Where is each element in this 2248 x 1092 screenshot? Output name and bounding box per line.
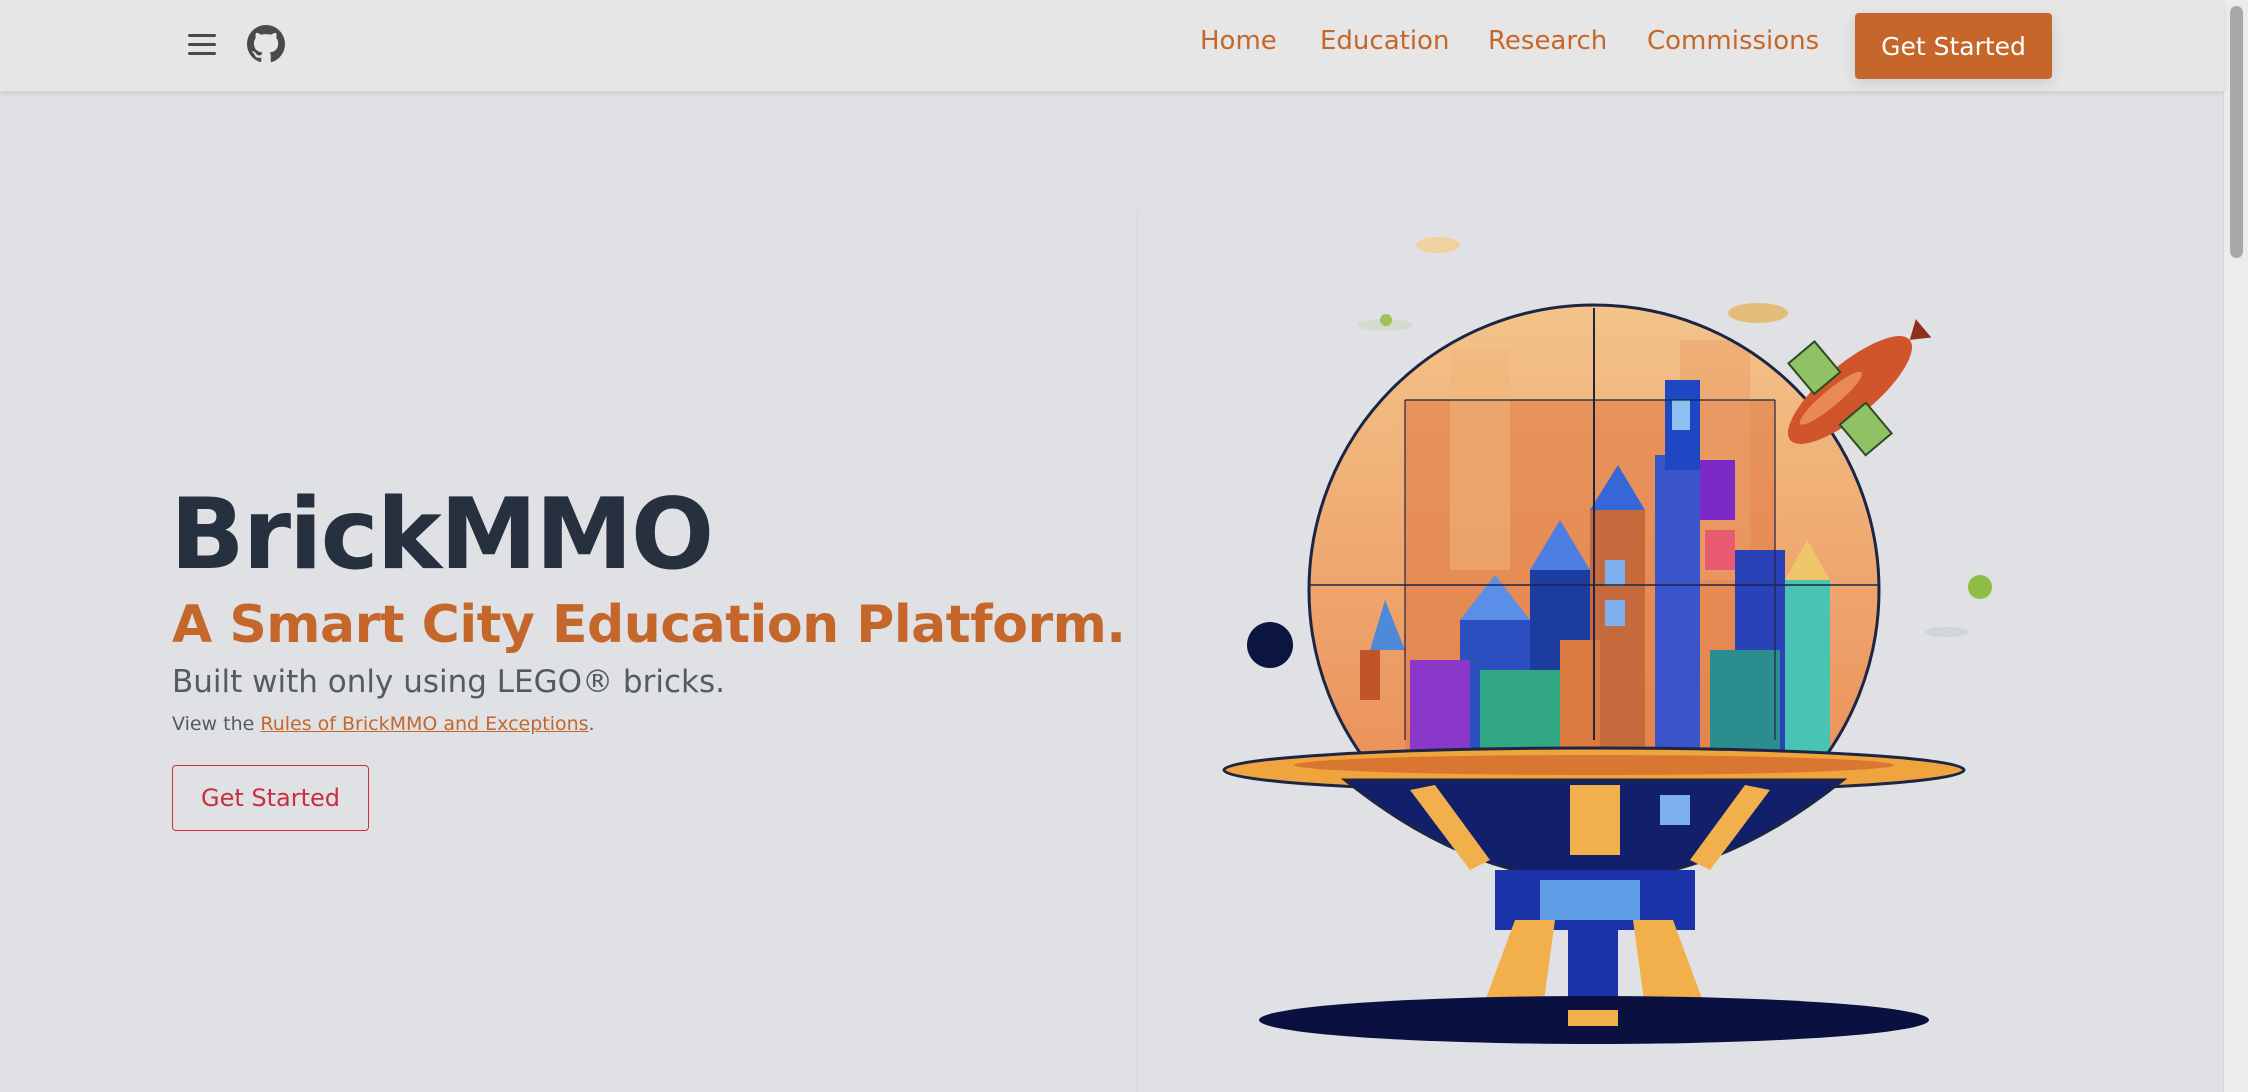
dark-orb-icon (1247, 622, 1293, 668)
hero-divider (1137, 210, 1138, 1092)
nav-link-commissions[interactable]: Commissions (1647, 26, 1819, 56)
hamburger-menu-icon[interactable] (186, 30, 220, 60)
scrollbar-track[interactable] (2223, 0, 2248, 1092)
rules-link[interactable]: Rules of BrickMMO and Exceptions (260, 713, 588, 735)
github-icon[interactable] (247, 25, 285, 63)
nav-link-research[interactable]: Research (1488, 26, 1607, 56)
green-orb-icon (1968, 575, 1992, 599)
rules-note: View the Rules of BrickMMO and Exception… (172, 713, 595, 735)
rules-suffix: . (588, 713, 595, 735)
nav-link-home[interactable]: Home (1200, 26, 1277, 56)
rules-prefix: View the (172, 713, 261, 735)
hero-get-started-button[interactable]: Get Started (172, 765, 369, 831)
nav-link-education[interactable]: Education (1320, 26, 1449, 56)
hero-subtitle: A Smart City Education Platform. (172, 595, 1126, 655)
header-get-started-button[interactable]: Get Started (1855, 13, 2052, 79)
hero-description: Built with only using LEGO® bricks. (172, 664, 725, 700)
scrollbar-thumb[interactable] (2230, 6, 2243, 258)
top-nav-bar: Home Education Research Commissions Get … (0, 0, 2224, 91)
hero-illustration (1222, 237, 1992, 1044)
hero-title: BrickMMO (170, 478, 714, 592)
